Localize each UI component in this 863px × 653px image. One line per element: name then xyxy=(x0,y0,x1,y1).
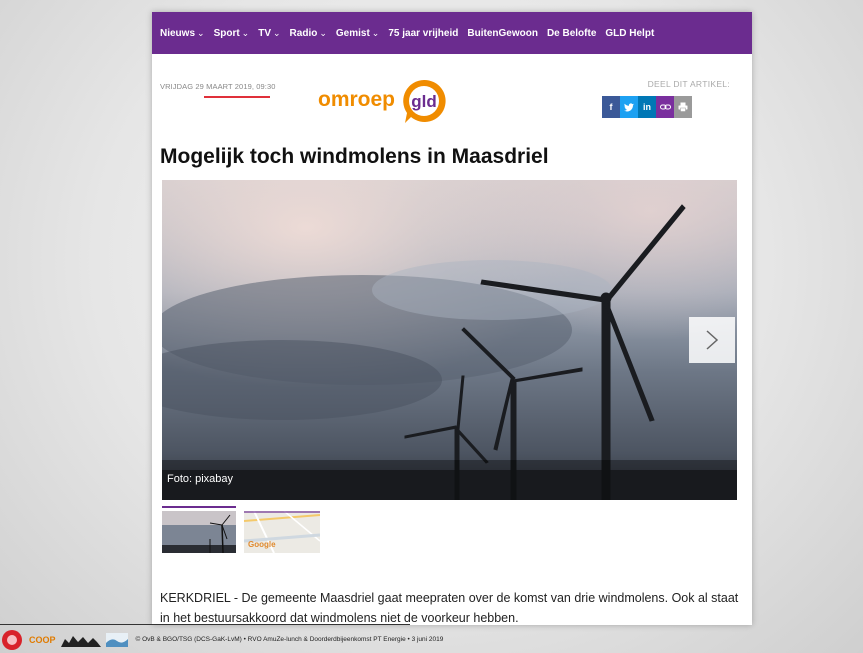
active-thumbnail-indicator xyxy=(162,506,236,508)
chevron-down-icon: ⌄ xyxy=(273,27,281,38)
nav-item-radio[interactable]: Radio ⌄ xyxy=(290,28,327,39)
chevron-down-icon: ⌄ xyxy=(241,27,250,38)
gld-logo-icon[interactable]: gld xyxy=(397,77,452,125)
google-map-label: Google xyxy=(248,540,276,549)
nav-item-nieuws[interactable]: Nieuws ⌄ xyxy=(160,28,205,39)
photo-caption-bar xyxy=(162,460,737,500)
date-underline xyxy=(204,96,270,98)
footer-divider xyxy=(0,624,410,625)
nav-item-75-jaar-vrijheid[interactable]: 75 jaar vrijheid xyxy=(388,28,458,39)
main-navigation: Nieuws ⌄ Sport ⌄ TV ⌄ Radio ⌄ Gemist ⌄ 75 jaa… xyxy=(152,12,752,54)
photo-thumbnail[interactable] xyxy=(162,511,236,553)
article-date: VRIJDAG 29 MAART 2019, 09:30 xyxy=(160,82,276,91)
nav-item-de-belofte[interactable]: De Belofte xyxy=(547,28,596,39)
footer-red-badge-logo xyxy=(0,629,24,651)
omroep-logo-word[interactable]: omroep xyxy=(318,88,395,112)
share-label: DEEL DIT ARTIKEL: xyxy=(647,79,730,89)
share-buttons: f in xyxy=(602,96,692,118)
footer-coop-logo: COOP xyxy=(29,634,56,645)
article-headline: Mogelijk toch windmolens in Maasdriel xyxy=(160,145,549,168)
photo-caption: Foto: pixabay xyxy=(167,473,234,485)
slide-footer: COOP © OvB & BGO/TSG (DCS-GaK-LvM) • RVO… xyxy=(0,626,863,653)
next-photo-button[interactable] xyxy=(689,317,735,363)
nav-item-gemist[interactable]: Gemist ⌄ xyxy=(336,28,379,39)
chevron-down-icon: ⌄ xyxy=(197,27,205,38)
linkedin-icon[interactable]: in xyxy=(638,96,656,118)
gld-logo-text: gld xyxy=(411,92,437,111)
chevron-right-icon xyxy=(706,330,719,350)
chevron-down-icon: ⌄ xyxy=(319,27,327,38)
nav-item-tv[interactable]: TV ⌄ xyxy=(258,28,280,39)
link-icon[interactable] xyxy=(656,96,674,118)
article-lead: KERKDRIEL - De gemeente Maasdriel gaat m… xyxy=(160,590,739,625)
article-screenshot: Nieuws ⌄ Sport ⌄ TV ⌄ Radio ⌄ Gemist ⌄ 75 jaa… xyxy=(152,12,752,625)
twitter-icon[interactable] xyxy=(620,96,638,118)
article-photo xyxy=(162,180,737,500)
nav-item-sport[interactable]: Sport ⌄ xyxy=(214,28,250,39)
footer-landscape-logo xyxy=(105,632,128,647)
nav-item-buitengewoon[interactable]: BuitenGewoon xyxy=(467,28,538,39)
facebook-icon[interactable]: f xyxy=(602,96,620,118)
nav-item-gld-helpt[interactable]: GLD Helpt xyxy=(605,28,654,39)
footer-credits: © OvB & BGO/TSG (DCS-GaK-LvM) • RVO AmuZ… xyxy=(135,636,444,643)
print-icon[interactable] xyxy=(674,96,692,118)
footer-silhouette-logo xyxy=(60,633,101,647)
chevron-down-icon: ⌄ xyxy=(371,27,380,38)
